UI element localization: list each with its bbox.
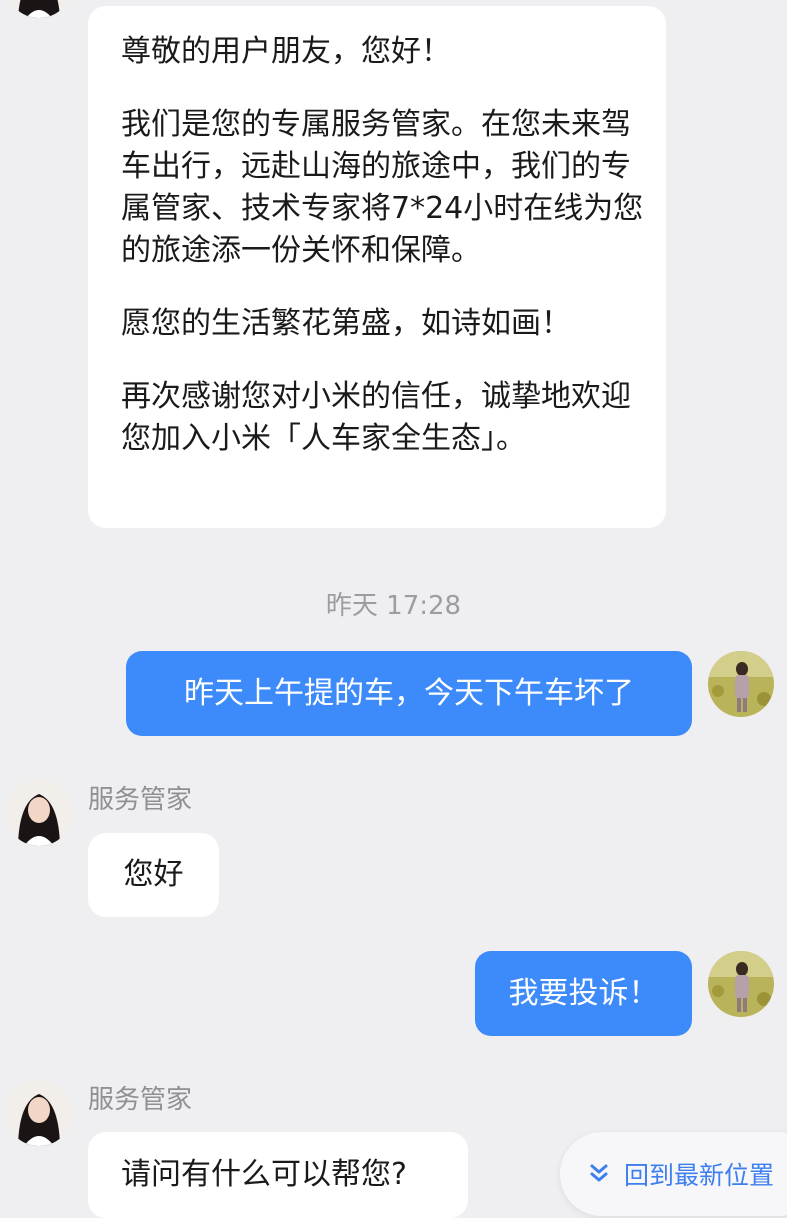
user-message-bubble: 昨天上午提的车，今天下午车坏了 [126,651,692,736]
jump-to-latest-label: 回到最新位置 [624,1161,775,1190]
user-avatar[interactable] [708,651,774,717]
welcome-blessing: 愿您的生活繁花第盛，如诗如画！ [121,306,571,341]
welcome-message-bubble: 尊敬的用户朋友，您好！ 我们是您的专属服务管家。在您未来驾车出行，远赴山海的旅途… [88,6,666,528]
agent-message-bubble: 您好 [88,833,219,917]
agent-avatar[interactable] [6,780,72,846]
agent-sender-name: 服务管家 [88,785,193,815]
welcome-greeting: 尊敬的用户朋友，您好！ [121,34,451,69]
user-message-text: 我要投诉！ [508,975,659,1011]
agent-avatar[interactable] [6,1080,72,1146]
agent-avatar[interactable] [6,0,72,18]
agent-message-text: 您好 [123,857,184,892]
agent-message-bubble: 请问有什么可以帮您? [88,1132,468,1218]
jump-to-latest-button[interactable]: 回到最新位置 [560,1132,787,1216]
agent-sender-name: 服务管家 [88,1085,193,1115]
message-timestamp: 昨天 17:28 [325,591,462,621]
welcome-intro: 我们是您的专属服务管家。在您未来驾车出行，远赴山海的旅途中，我们的专属管家、技术… [121,107,644,268]
double-chevron-down-icon [590,1164,608,1182]
welcome-thanks: 再次感谢您对小米的信任，诚挚地欢迎您加入小米「人车家全生态」。 [121,379,631,456]
user-message-text: 昨天上午提的车，今天下午车坏了 [184,675,634,711]
user-avatar[interactable] [708,951,774,1017]
user-message-bubble: 我要投诉！ [475,951,692,1036]
agent-message-text: 请问有什么可以帮您? [121,1157,407,1192]
